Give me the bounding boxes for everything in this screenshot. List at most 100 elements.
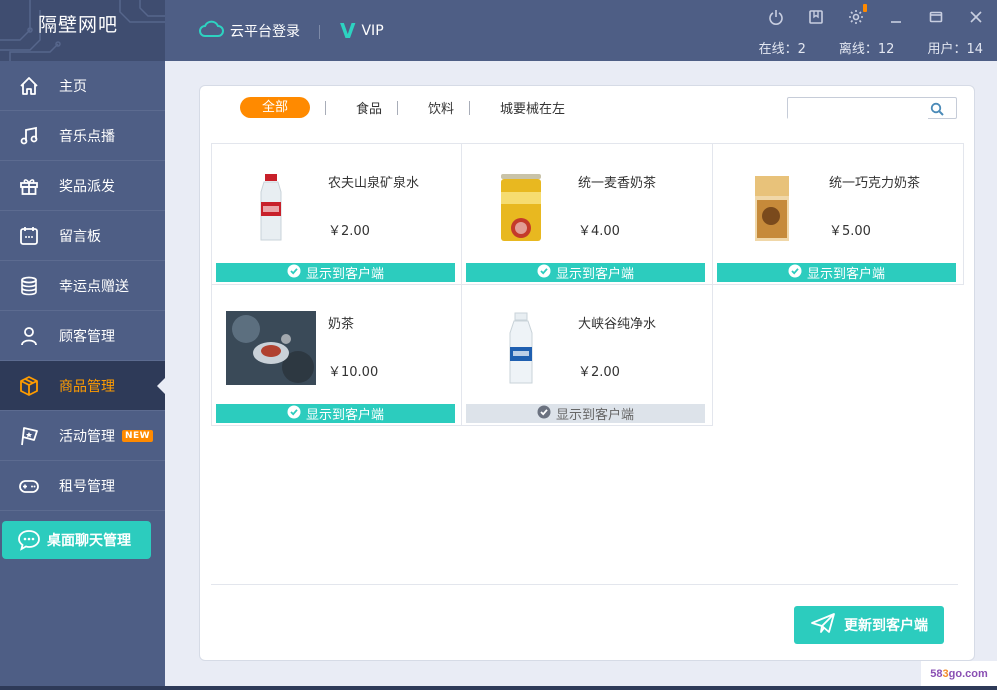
show-on-client-label: 显示到客户端 (555, 267, 634, 282)
sidebar-item-lucky-points[interactable]: 幸运点赠送 (0, 261, 165, 311)
product-card[interactable]: 大峡谷纯净水 ￥2.00 显示到客户端 (462, 285, 713, 426)
notification-dot (863, 4, 867, 12)
show-on-client-label: 显示到客户端 (555, 408, 634, 423)
chat-bubble-icon (17, 529, 41, 551)
product-image-pure-water-bottle (509, 312, 533, 384)
lock-screen-icon[interactable] (805, 6, 827, 28)
product-image-water-bottle (260, 174, 282, 241)
sidebar-item-activities[interactable]: 活动管理 NEW (0, 411, 165, 461)
site-watermark: 58 3 go.com (921, 661, 997, 686)
offline-count: 离线：12 (838, 42, 895, 57)
category-tabs: 全部 食品 饮料 城要械在左 (240, 97, 572, 118)
flag-icon (18, 425, 40, 447)
tab-drinks[interactable]: 饮料 (428, 98, 454, 117)
product-price: ￥10.00 (328, 365, 379, 380)
product-image-milk-tea (226, 311, 316, 385)
sidebar-item-home[interactable]: 主页 (0, 61, 165, 111)
check-circle-icon (537, 264, 551, 282)
product-price: ￥2.00 (328, 224, 370, 239)
show-on-client-toggle[interactable]: 显示到客户端 (466, 404, 705, 423)
tab-custom[interactable]: 城要械在左 (500, 98, 572, 117)
show-on-client-toggle[interactable]: 显示到客户端 (216, 404, 455, 423)
minimize-icon[interactable] (885, 6, 907, 28)
window-controls (765, 4, 987, 28)
cloud-login-button[interactable]: 云平台登录 (198, 20, 300, 42)
power-icon[interactable] (765, 6, 787, 28)
vip-label: VIP (361, 23, 384, 39)
coins-icon (18, 275, 40, 297)
product-card[interactable]: 奶茶 ￥10.00 显示到客户端 (211, 285, 462, 426)
sidebar: 主页 音乐点播 奖品派发 留言板 幸运点赠送 顾客管理 商品管理 活动管理 NE… (0, 61, 165, 686)
footer-divider (211, 584, 958, 585)
sidebar-item-label: 活动管理 (59, 428, 115, 445)
cloud-login-label: 云平台登录 (230, 24, 300, 40)
sidebar-item-label: 音乐点播 (59, 128, 115, 145)
app-title: 隔壁网吧 (38, 14, 119, 36)
box-icon (18, 375, 40, 397)
sidebar-item-label: 顾客管理 (59, 328, 115, 345)
product-card[interactable]: 农夫山泉矿泉水 ￥2.00 显示到客户端 (211, 144, 462, 285)
sidebar-item-label: 商品管理 (59, 378, 115, 395)
product-name: 大峡谷纯净水 (578, 317, 657, 332)
chat-button-label: 桌面聊天管理 (47, 533, 131, 549)
watermark-suffix: go.com (948, 667, 988, 680)
bottom-strip (0, 686, 997, 690)
vip-button[interactable]: V VIP (340, 19, 384, 43)
desktop-chat-button[interactable]: 桌面聊天管理 (2, 521, 151, 559)
maximize-icon[interactable] (925, 6, 947, 28)
show-on-client-label: 显示到客户端 (806, 267, 885, 282)
product-image-wheat-milk-tea (501, 174, 541, 241)
brand-area: 隔壁网吧 (0, 0, 165, 61)
show-on-client-toggle[interactable]: 显示到客户端 (216, 263, 455, 282)
search-icon[interactable] (930, 101, 944, 120)
sidebar-item-products[interactable]: 商品管理 (0, 361, 165, 411)
sidebar-item-prizes[interactable]: 奖品派发 (0, 161, 165, 211)
product-price: ￥2.00 (578, 365, 620, 380)
sidebar-item-label: 留言板 (59, 228, 101, 245)
tab-divider (325, 100, 326, 115)
product-name: 奶茶 (328, 317, 355, 332)
update-to-client-button[interactable]: 更新到客户端 (794, 606, 944, 644)
tab-divider (397, 100, 399, 115)
tab-food[interactable]: 食品 (356, 98, 382, 117)
sidebar-item-message-board[interactable]: 留言板 (0, 211, 165, 261)
show-on-client-toggle[interactable]: 显示到客户端 (466, 263, 705, 282)
sidebar-item-music[interactable]: 音乐点播 (0, 111, 165, 161)
connection-stats: 在线：2 离线：12 用户：14 (759, 38, 983, 57)
top-bar: 隔壁网吧 云平台登录 V VIP 在线：2 离线：12 用户：14 (0, 0, 997, 61)
sidebar-item-customers[interactable]: 顾客管理 (0, 311, 165, 361)
search-input[interactable] (788, 99, 928, 119)
search-box (787, 97, 957, 119)
sidebar-item-label: 奖品派发 (59, 178, 115, 195)
product-grid: 农夫山泉矿泉水 ￥2.00 显示到客户端 统一麦香奶茶 ￥4.00 显示到客户端 (211, 143, 964, 426)
tab-all[interactable]: 全部 (240, 97, 310, 118)
show-on-client-toggle[interactable]: 显示到客户端 (717, 263, 956, 282)
product-card[interactable]: 统一巧克力奶茶 ￥5.00 显示到客户端 (713, 144, 964, 285)
message-board-icon (18, 225, 40, 247)
user-count: 用户：14 (927, 42, 983, 57)
sidebar-item-label: 主页 (59, 78, 87, 95)
product-name: 统一麦香奶茶 (578, 176, 657, 191)
gamepad-icon (18, 475, 40, 497)
product-name: 统一巧克力奶茶 (829, 176, 921, 191)
cloud-icon (198, 20, 224, 42)
product-image-chocolate-milk-tea (755, 176, 789, 241)
vip-v-icon: V (340, 19, 356, 43)
update-button-label: 更新到客户端 (844, 618, 928, 634)
online-count: 在线：2 (758, 42, 806, 57)
check-circle-icon (788, 264, 802, 282)
product-panel: 全部 食品 饮料 城要械在左 农夫山泉矿泉水 ￥2.00 显示到客户端 统一麦香… (199, 85, 975, 661)
sidebar-item-label: 幸运点赠送 (59, 278, 129, 295)
product-price: ￥5.00 (829, 224, 871, 239)
check-circle-icon (287, 264, 301, 282)
new-badge: NEW (122, 429, 154, 442)
settings-icon[interactable] (845, 4, 867, 28)
music-icon (18, 125, 40, 147)
product-name: 农夫山泉矿泉水 (328, 176, 420, 191)
close-icon[interactable] (965, 6, 987, 28)
sidebar-item-account-rental[interactable]: 租号管理 (0, 461, 165, 511)
gift-icon (18, 175, 40, 197)
paper-plane-icon (810, 612, 836, 638)
check-circle-icon (287, 405, 301, 423)
product-card[interactable]: 统一麦香奶茶 ￥4.00 显示到客户端 (462, 144, 713, 285)
